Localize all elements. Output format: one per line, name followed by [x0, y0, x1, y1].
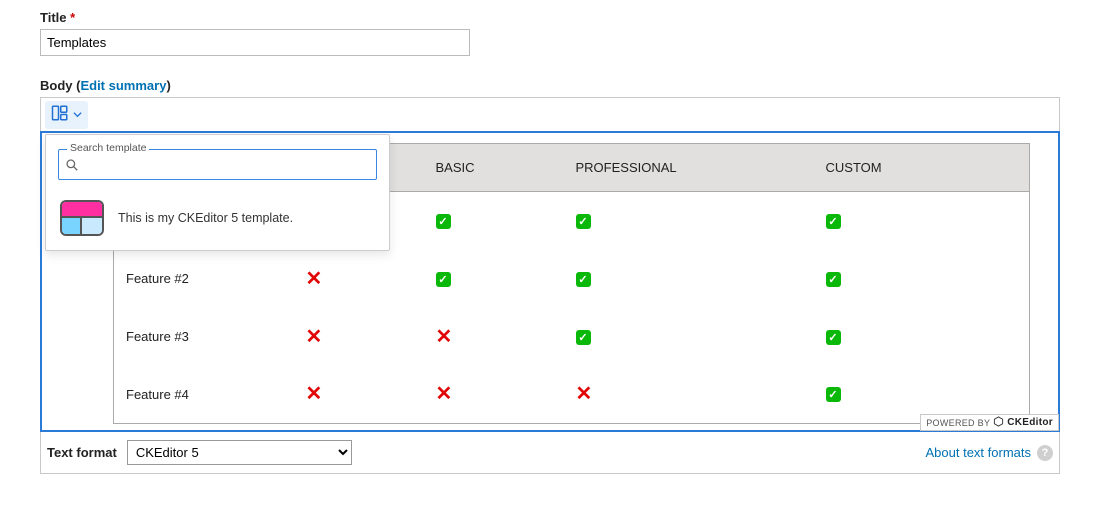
professional-cell: ✓: [564, 308, 814, 366]
feature-label-cell: Feature #3: [114, 308, 294, 366]
professional-cell: ✕: [564, 366, 814, 424]
basic-cell: ✓: [424, 250, 564, 308]
starter-cell: ✕: [294, 366, 424, 424]
editor-wrapper: Search template This is my CKEditor 5 te…: [40, 97, 1060, 432]
cross-icon: ✕: [306, 268, 323, 290]
custom-cell: ✓: [814, 250, 1030, 308]
powered-prefix: POWERED BY: [926, 418, 990, 428]
chevron-down-icon: [73, 107, 82, 122]
cross-icon: ✕: [306, 383, 323, 405]
table-header-custom: CUSTOM: [814, 144, 1030, 192]
table-row: Feature #4 ✕ ✕ ✕ ✓: [114, 366, 1030, 424]
edit-summary-link[interactable]: Edit summary: [80, 78, 166, 93]
cross-icon: ✕: [576, 383, 593, 405]
search-icon: [65, 158, 79, 172]
cross-icon: ✕: [306, 326, 323, 348]
basic-cell: ✕: [424, 308, 564, 366]
powered-brand: CKEditor: [1007, 417, 1053, 428]
help-icon[interactable]: ?: [1037, 445, 1053, 461]
about-text-formats-link[interactable]: About text formats: [926, 445, 1032, 460]
title-input[interactable]: [40, 29, 470, 56]
template-icon: [51, 104, 69, 125]
title-label: Title *: [40, 10, 1060, 25]
template-search-field[interactable]: Search template: [58, 149, 377, 180]
template-list-item[interactable]: This is my CKEditor 5 template.: [58, 192, 377, 240]
editor-footer: Text format CKEditor 5 About text format…: [40, 432, 1060, 474]
template-item-description: This is my CKEditor 5 template.: [118, 211, 293, 225]
check-icon: ✓: [436, 214, 451, 229]
template-search-label: Search template: [67, 142, 149, 154]
text-format-select[interactable]: CKEditor 5: [127, 440, 352, 465]
insert-template-button[interactable]: [45, 101, 88, 129]
feature-label-cell: Feature #4: [114, 366, 294, 424]
table-header-basic: BASIC: [424, 144, 564, 192]
table-row: Feature #3 ✕ ✕ ✓ ✓: [114, 308, 1030, 366]
check-icon: ✓: [826, 330, 841, 345]
template-dropdown-panel: Search template This is my CKEditor 5 te…: [45, 134, 390, 251]
text-format-label: Text format: [47, 445, 117, 460]
feature-label-cell: Feature #2: [114, 250, 294, 308]
basic-cell: ✓: [424, 192, 564, 250]
template-search-input[interactable]: [79, 154, 370, 175]
table-header-professional: PROFESSIONAL: [564, 144, 814, 192]
table-row: Feature #2 ✕ ✓ ✓ ✓: [114, 250, 1030, 308]
body-label-suffix: ): [166, 78, 170, 93]
title-label-text: Title: [40, 10, 67, 25]
check-icon: ✓: [826, 272, 841, 287]
editor-toolbar: [41, 98, 1059, 132]
starter-cell: ✕: [294, 250, 424, 308]
check-icon: ✓: [576, 214, 591, 229]
body-label: Body (Edit summary): [40, 78, 1060, 93]
professional-cell: ✓: [564, 250, 814, 308]
ckeditor-logo-icon: [993, 416, 1004, 429]
custom-cell: ✓: [814, 192, 1030, 250]
check-icon: ✓: [826, 214, 841, 229]
basic-cell: ✕: [424, 366, 564, 424]
body-label-prefix: Body (: [40, 78, 80, 93]
professional-cell: ✓: [564, 192, 814, 250]
custom-cell: ✓: [814, 308, 1030, 366]
powered-by-badge[interactable]: POWERED BY CKEditor: [920, 414, 1059, 431]
cross-icon: ✕: [436, 383, 453, 405]
required-indicator: *: [70, 10, 75, 25]
starter-cell: ✕: [294, 308, 424, 366]
check-icon: ✓: [436, 272, 451, 287]
check-icon: ✓: [826, 387, 841, 402]
check-icon: ✓: [576, 330, 591, 345]
cross-icon: ✕: [436, 326, 453, 348]
check-icon: ✓: [576, 272, 591, 287]
template-thumbnail-icon: [60, 200, 104, 236]
